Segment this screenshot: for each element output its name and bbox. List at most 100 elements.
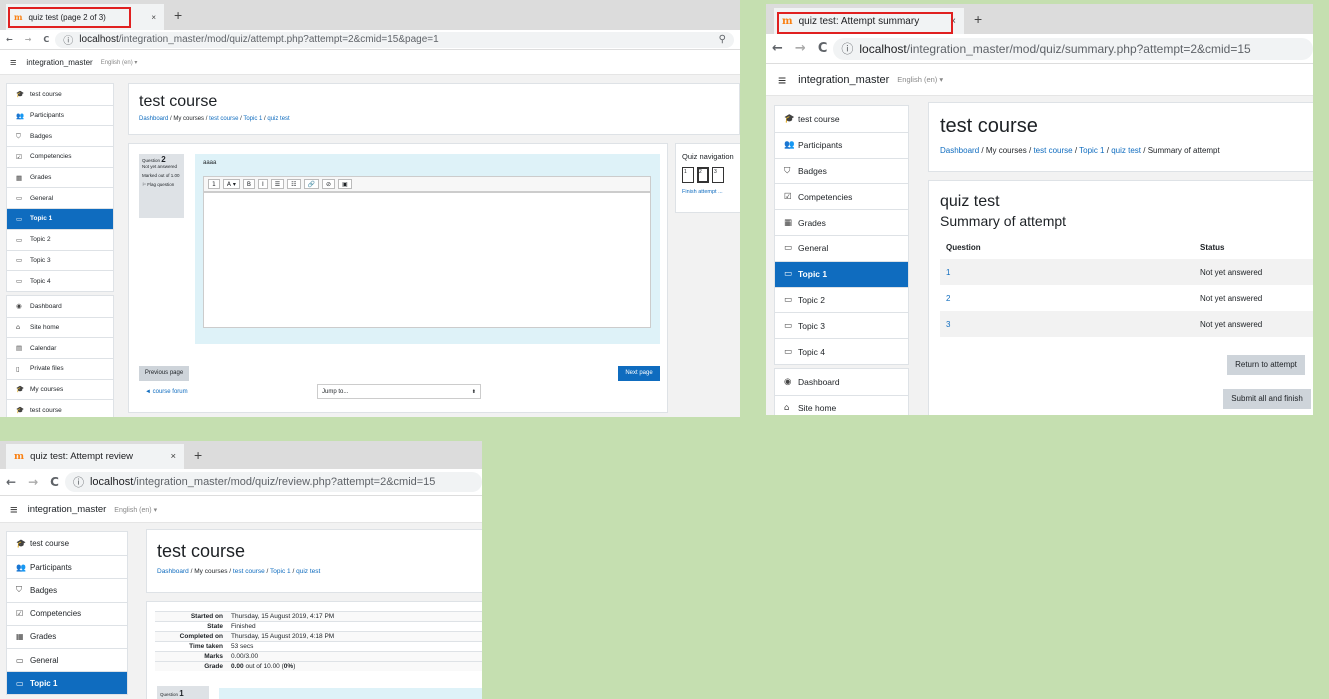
sidebar-item-grades[interactable]: ▦ Grades — [7, 166, 113, 188]
sidebar-item-dashboard[interactable]: ◉ Dashboard — [775, 369, 908, 395]
zoom-icon[interactable]: ⚲ — [719, 34, 726, 45]
crumb-dashboard[interactable]: Dashboard — [139, 116, 168, 122]
tab-attempt-review[interactable]: m quiz test: Attempt review × — [6, 444, 184, 469]
sidebar-item-topic-3[interactable]: ▭ Topic 3 — [7, 249, 113, 271]
url-field[interactable]: ⓘ localhost /integration_master/mod/quiz… — [833, 37, 1313, 60]
sidebar-item-general[interactable]: ▭ General — [775, 234, 908, 261]
menu-icon[interactable]: ≡ — [10, 57, 16, 69]
sidebar-item-topic-1[interactable]: ▭ Topic 1 — [7, 208, 113, 229]
crumb-topic[interactable]: Topic 1 — [243, 116, 262, 122]
editor-button-3[interactable]: I — [257, 179, 268, 189]
editor-button-4[interactable]: ☰ — [270, 179, 285, 189]
sidebar-item-grades[interactable]: ▦ Grades — [775, 209, 908, 235]
sidebar-item-my-courses[interactable]: 🎓 My courses — [7, 378, 113, 400]
sidebar-item-test-course[interactable]: 🎓 test course — [7, 399, 113, 417]
forward-arrow-icon[interactable]: → — [25, 35, 32, 44]
editor-button-6[interactable]: 🔗 — [303, 179, 320, 189]
language-menu[interactable]: English (en) ▾ — [101, 59, 138, 66]
next-page-button[interactable]: Next page — [618, 366, 660, 381]
close-tab-icon[interactable]: × — [170, 451, 176, 462]
menu-icon[interactable]: ≡ — [10, 502, 18, 517]
new-tab-icon[interactable]: + — [164, 7, 192, 23]
submit-all-and-finish-button[interactable]: Submit all and finish — [1223, 389, 1311, 409]
crumb-topic[interactable]: Topic 1 — [270, 568, 291, 575]
sidebar-item-topic-2[interactable]: ▭ Topic 2 — [7, 228, 113, 250]
flag-question[interactable]: ⚐ Flag question — [142, 182, 181, 188]
sidebar-item-competencies[interactable]: ☑ Competencies — [7, 146, 113, 167]
editor-button-2[interactable]: B — [242, 179, 255, 189]
sidebar-item-private-files[interactable]: ▯ Private files — [7, 357, 113, 379]
return-to-attempt-button[interactable]: Return to attempt — [1227, 355, 1305, 375]
sidebar-item-participants[interactable]: 👥 Participants — [775, 131, 908, 158]
close-tab-icon[interactable]: × — [950, 16, 956, 27]
site-name[interactable]: integration_master — [26, 58, 92, 67]
close-tab-icon[interactable]: × — [151, 13, 156, 22]
sidebar-item-topic-1[interactable]: ▭ Topic 1 — [7, 671, 127, 695]
crumb-quiz[interactable]: quiz test — [1111, 146, 1141, 155]
sidebar-item-participants[interactable]: 👥 Participants — [7, 555, 127, 578]
editor-button-1[interactable]: A ▾ — [222, 179, 240, 189]
crumb-course[interactable]: test course — [209, 116, 238, 122]
finish-attempt-link[interactable]: Finish attempt ... — [682, 189, 738, 195]
reload-icon[interactable]: C — [818, 41, 828, 56]
new-tab-icon[interactable]: + — [184, 447, 212, 463]
reload-icon[interactable]: C — [50, 475, 59, 489]
answer-textarea[interactable] — [203, 192, 651, 328]
question-link[interactable]: 2 — [940, 285, 1200, 311]
editor-button-7[interactable]: ⊘ — [322, 179, 336, 189]
editor-button-8[interactable]: ▣ — [338, 179, 352, 189]
editor-button-0[interactable]: 1 — [208, 179, 220, 189]
sidebar-item-site-home[interactable]: ⌂ Site home — [775, 394, 908, 415]
quiz-nav-button-2[interactable]: 2 — [697, 167, 709, 183]
language-menu[interactable]: English (en) ▾ — [114, 506, 157, 514]
quiz-nav-button-1[interactable]: 1 — [682, 167, 694, 183]
sidebar-item-test-course[interactable]: 🎓 test course — [7, 532, 127, 555]
sidebar-item-general[interactable]: ▭ General — [7, 647, 127, 671]
crumb-quiz[interactable]: quiz test — [296, 568, 320, 575]
forward-arrow-icon[interactable]: → — [795, 41, 806, 56]
sidebar-item-competencies[interactable]: ☑ Competencies — [7, 601, 127, 625]
previous-page-button[interactable]: Previous page — [139, 366, 189, 381]
back-arrow-icon[interactable]: ← — [6, 475, 16, 489]
sidebar-item-badges[interactable]: ⛉ Badges — [7, 125, 113, 146]
jump-to-select[interactable]: Jump to... ⬍ — [317, 384, 481, 399]
sidebar-item-participants[interactable]: 👥 Participants — [7, 104, 113, 126]
menu-icon[interactable]: ≡ — [778, 72, 786, 88]
sidebar-item-topic-4[interactable]: ▭ Topic 4 — [7, 270, 113, 291]
language-menu[interactable]: English (en) ▾ — [897, 75, 943, 84]
crumb-quiz[interactable]: quiz test — [267, 116, 289, 122]
crumb-course[interactable]: test course — [233, 568, 265, 575]
tab-quiz-attempt[interactable]: m quiz test (page 2 of 3) × — [6, 4, 164, 30]
sidebar-item-grades[interactable]: ▦ Grades — [7, 624, 127, 648]
sidebar-item-topic-3[interactable]: ▭ Topic 3 — [775, 312, 908, 338]
crumb-course[interactable]: test course — [1033, 146, 1072, 155]
sidebar-item-badges[interactable]: ⛉ Badges — [775, 157, 908, 184]
tab-attempt-summary[interactable]: m quiz test: Attempt summary × — [774, 8, 964, 34]
sidebar-item-calendar[interactable]: ▤ Calendar — [7, 337, 113, 358]
sidebar-item-test-course[interactable]: 🎓 test course — [775, 106, 908, 132]
question-link[interactable]: 1 — [940, 259, 1200, 285]
sidebar-item-dashboard[interactable]: ◉ Dashboard — [7, 296, 113, 317]
sidebar-item-badges[interactable]: ⛉ Badges — [7, 578, 127, 601]
quiz-nav-button-3[interactable]: 3 — [712, 167, 724, 183]
crumb-dashboard[interactable]: Dashboard — [157, 568, 189, 575]
reload-icon[interactable]: C — [43, 35, 49, 44]
sidebar-item-topic-2[interactable]: ▭ Topic 2 — [775, 286, 908, 313]
sidebar-item-topic-4[interactable]: ▭ Topic 4 — [775, 338, 908, 364]
site-name[interactable]: integration_master — [28, 504, 107, 515]
back-arrow-icon[interactable]: ← — [772, 41, 783, 56]
forward-arrow-icon[interactable]: → — [28, 475, 38, 489]
course-forum-link[interactable]: ◄ course forum — [145, 389, 188, 395]
crumb-dashboard[interactable]: Dashboard — [940, 146, 979, 155]
crumb-topic[interactable]: Topic 1 — [1079, 146, 1104, 155]
site-name[interactable]: integration_master — [798, 74, 889, 86]
new-tab-icon[interactable]: + — [964, 11, 992, 27]
question-link[interactable]: 3 — [940, 311, 1200, 337]
url-field[interactable]: ⓘ localhost /integration_master/mod/quiz… — [64, 472, 482, 492]
sidebar-item-general[interactable]: ▭ General — [7, 187, 113, 208]
sidebar-item-competencies[interactable]: ☑ Competencies — [775, 183, 908, 209]
sidebar-item-site-home[interactable]: ⌂ Site home — [7, 316, 113, 338]
sidebar-item-topic-1[interactable]: ▭ Topic 1 — [775, 260, 908, 287]
url-field[interactable]: ⓘ localhost /integration_master/mod/quiz… — [55, 31, 734, 48]
back-arrow-icon[interactable]: ← — [6, 35, 13, 44]
